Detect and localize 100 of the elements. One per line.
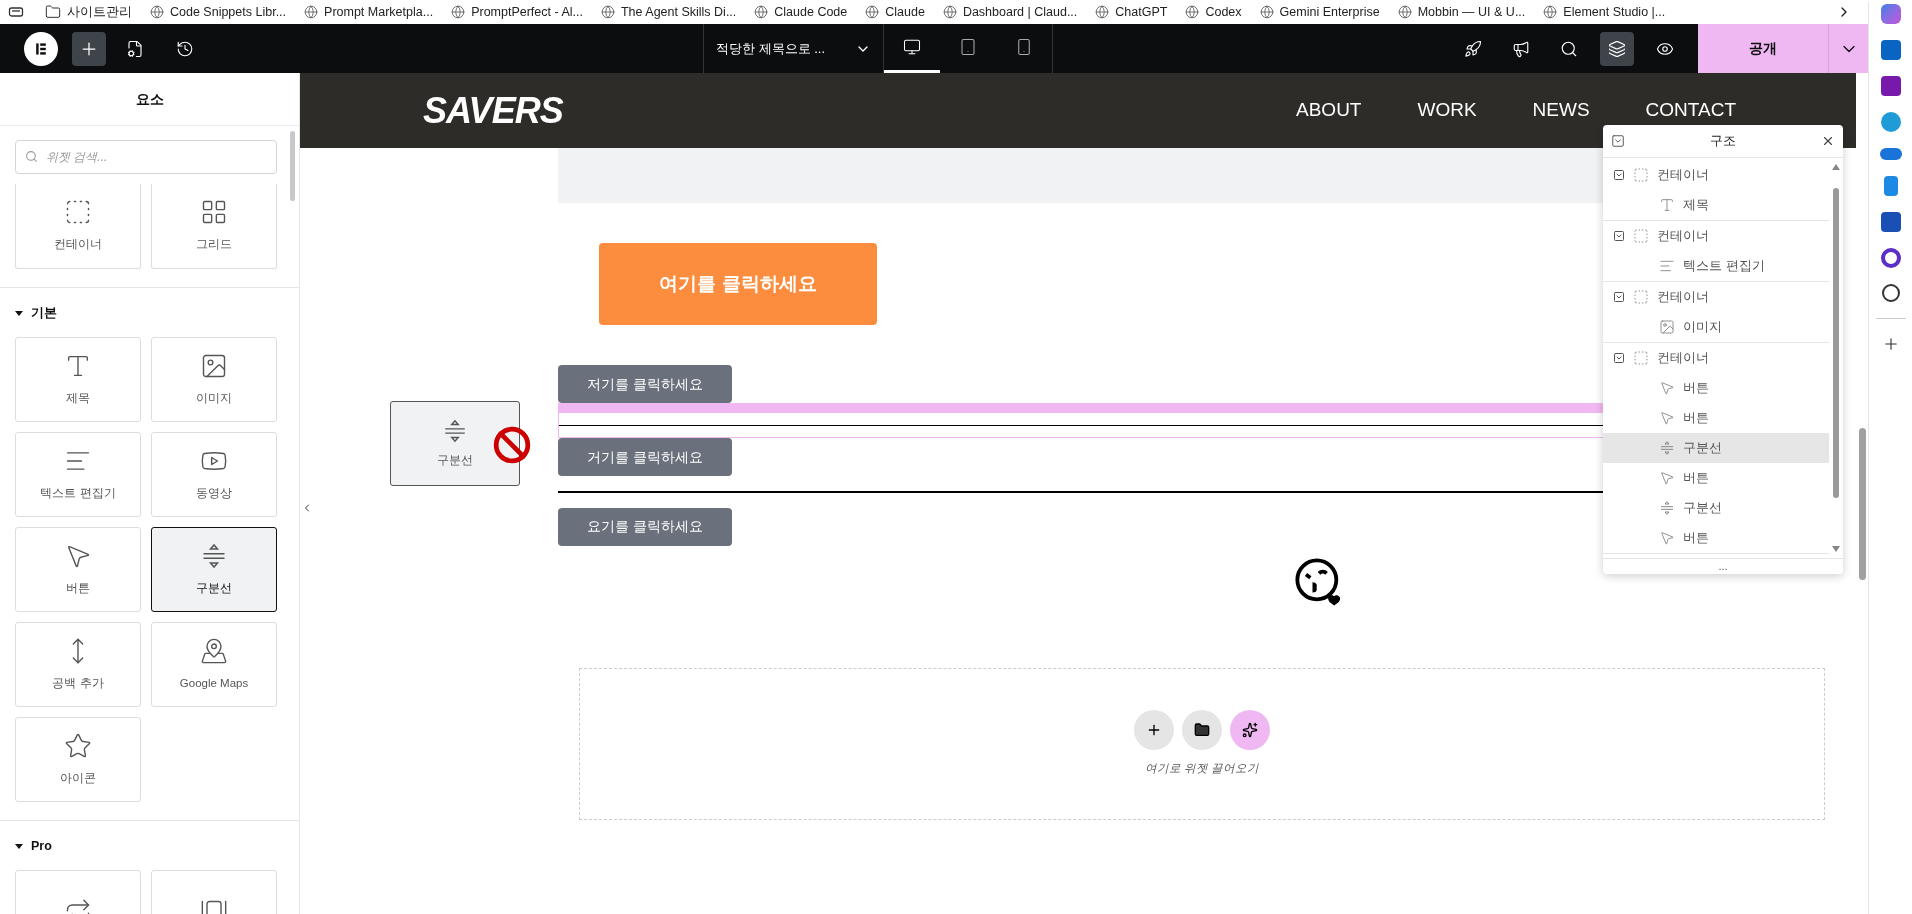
widget-card[interactable]: 구분선 (151, 526, 277, 612)
scrollbar-thumb[interactable] (1859, 428, 1866, 580)
history-icon[interactable] (176, 39, 194, 58)
widget-label: 아이콘 (60, 770, 96, 786)
widget-label: 이미지 (196, 390, 232, 406)
scrollbar-thumb[interactable] (1833, 188, 1839, 498)
page-settings-icon[interactable] (126, 39, 144, 58)
bookmark-link[interactable]: PromptPerfect - Al... (442, 2, 592, 22)
widget-label: 컨테이너 (54, 237, 102, 253)
bookmark-link[interactable]: Claude (856, 2, 934, 22)
logo-icon[interactable] (24, 31, 58, 66)
widget-label: 구분선 (437, 452, 473, 468)
favicon-icon (1095, 5, 1110, 19)
caret-icon[interactable] (1613, 169, 1625, 181)
template-button[interactable] (1182, 709, 1222, 750)
add-section-button[interactable] (1134, 709, 1174, 750)
tablet-icon (959, 38, 977, 56)
nav-link[interactable]: CONTACT (1645, 96, 1736, 125)
nav-link[interactable]: NEWS (1532, 96, 1590, 125)
dashed-frame-icon (1633, 350, 1649, 366)
more-indicator: ... (1603, 558, 1843, 574)
widget-card[interactable]: 아이콘 (15, 716, 141, 802)
ai-button[interactable] (1230, 709, 1270, 750)
bookmark-link[interactable]: Codex (1176, 2, 1251, 22)
widget-card[interactable]: 버튼 (15, 526, 141, 612)
structure-item[interactable]: 버튼 (1603, 463, 1829, 493)
bookmark-link[interactable]: Claude Code (745, 2, 857, 22)
bookmark-link[interactable]: The Agent Skills Di... (591, 2, 746, 22)
widget-label: 텍스트 편집기 (40, 485, 116, 501)
widget-card[interactable]: 텍스트 편집기 (15, 431, 141, 517)
app-icon[interactable] (1880, 248, 1901, 268)
caret-icon[interactable] (15, 309, 23, 318)
structure-item[interactable]: 버튼 (1603, 373, 1829, 403)
favicon-icon (150, 5, 164, 19)
widget-card[interactable]: 그리드 (151, 184, 277, 269)
site-button[interactable]: 요기를 클릭하세요 (558, 507, 732, 546)
close-icon[interactable] (1821, 134, 1835, 148)
bookmark-link[interactable]: 사이트관리 (36, 2, 141, 22)
scroll-up-icon[interactable] (1832, 164, 1840, 170)
rocket-icon (1464, 39, 1482, 58)
structure-item[interactable]: 구분선 (1603, 493, 1829, 523)
divider-icon (442, 417, 468, 444)
favicon-icon (1397, 5, 1412, 19)
scroll-down-icon[interactable] (1832, 546, 1840, 552)
structure-item[interactable]: 버튼 (1603, 403, 1829, 433)
bookmark-link[interactable]: Prompt Marketpla... (295, 2, 443, 22)
dashed-frame-icon (1633, 228, 1649, 244)
app-icon[interactable] (1880, 212, 1901, 232)
widget-card[interactable]: 제목 (15, 336, 141, 422)
widget-card[interactable]: Google Maps (151, 621, 277, 707)
favicon-icon (1259, 5, 1274, 19)
caret-icon[interactable] (15, 842, 23, 851)
nav-link[interactable]: ABOUT (1296, 96, 1362, 125)
structure-item[interactable]: 컨테이너 (1603, 282, 1829, 312)
structure-item[interactable]: 버튼 (1603, 523, 1829, 553)
scrollbar-thumb[interactable] (290, 131, 295, 201)
cloud-icon[interactable] (1879, 148, 1902, 160)
widget-card[interactable]: 동영상 (151, 431, 277, 517)
bookmark-link[interactable]: Dashboard | Claud... (933, 2, 1087, 22)
phone-icon (1015, 38, 1033, 56)
desktop-icon (903, 38, 921, 56)
caret-icon[interactable] (1613, 291, 1625, 303)
site-button[interactable]: 저기를 클릭하세요 (558, 365, 732, 403)
toolbar-button[interactable] (1600, 31, 1634, 66)
add-button[interactable] (72, 31, 106, 66)
structure-item[interactable]: 컨테이너 (1603, 221, 1829, 251)
caret-icon[interactable] (1613, 230, 1625, 242)
drop-zone[interactable]: 여기로 위젯 끌어오기 (579, 667, 1825, 820)
widget-card[interactable]: 이미지 (151, 336, 277, 422)
bookmark-link[interactable]: Mobbin — UI & U... (1388, 2, 1535, 22)
structure-item[interactable]: 컨테이너 (1603, 160, 1829, 190)
caret-icon[interactable] (1613, 352, 1625, 364)
onenote-icon[interactable] (1880, 76, 1901, 96)
section-heading: Pro (31, 837, 52, 855)
tab-icon[interactable] (8, 4, 24, 20)
divider-icon (1659, 440, 1675, 456)
outlook-icon[interactable] (1880, 40, 1901, 60)
widget-search-field[interactable]: 위젯 검색... (15, 140, 277, 174)
nav-link[interactable]: WORK (1417, 96, 1477, 125)
dock-icon[interactable] (1611, 134, 1625, 148)
app-icon[interactable] (1881, 284, 1900, 302)
structure-item[interactable]: 텍스트 편집기 (1603, 251, 1829, 281)
widget-card[interactable]: 공백 추가 (15, 621, 141, 707)
divider-icon (1659, 500, 1675, 516)
copilot-icon[interactable] (1880, 4, 1901, 24)
structure-item[interactable]: 이미지 (1603, 312, 1829, 342)
structure-item[interactable]: 컨테이너 (1603, 343, 1829, 373)
bookmark-link[interactable]: Code Snippets Libr... (141, 2, 296, 22)
site-button[interactable]: 거기를 클릭하세요 (558, 438, 732, 476)
widget-card[interactable]: 컨테이너 (15, 184, 141, 269)
bookmark-link[interactable]: ChatGPT (1086, 2, 1177, 22)
bookmark-link[interactable]: Element Studio |... (1534, 2, 1675, 22)
favicon-icon (942, 5, 957, 19)
structure-item[interactable]: 구분선 (1603, 433, 1829, 463)
bookmark-link[interactable]: Gemini Enterprise (1250, 2, 1389, 22)
dashed-frame-icon (1633, 167, 1649, 183)
star-icon (64, 731, 92, 760)
structure-item[interactable]: 제목 (1603, 190, 1829, 220)
edge-icon[interactable] (1880, 112, 1901, 132)
site-logo[interactable]: SAVERS (423, 83, 563, 138)
